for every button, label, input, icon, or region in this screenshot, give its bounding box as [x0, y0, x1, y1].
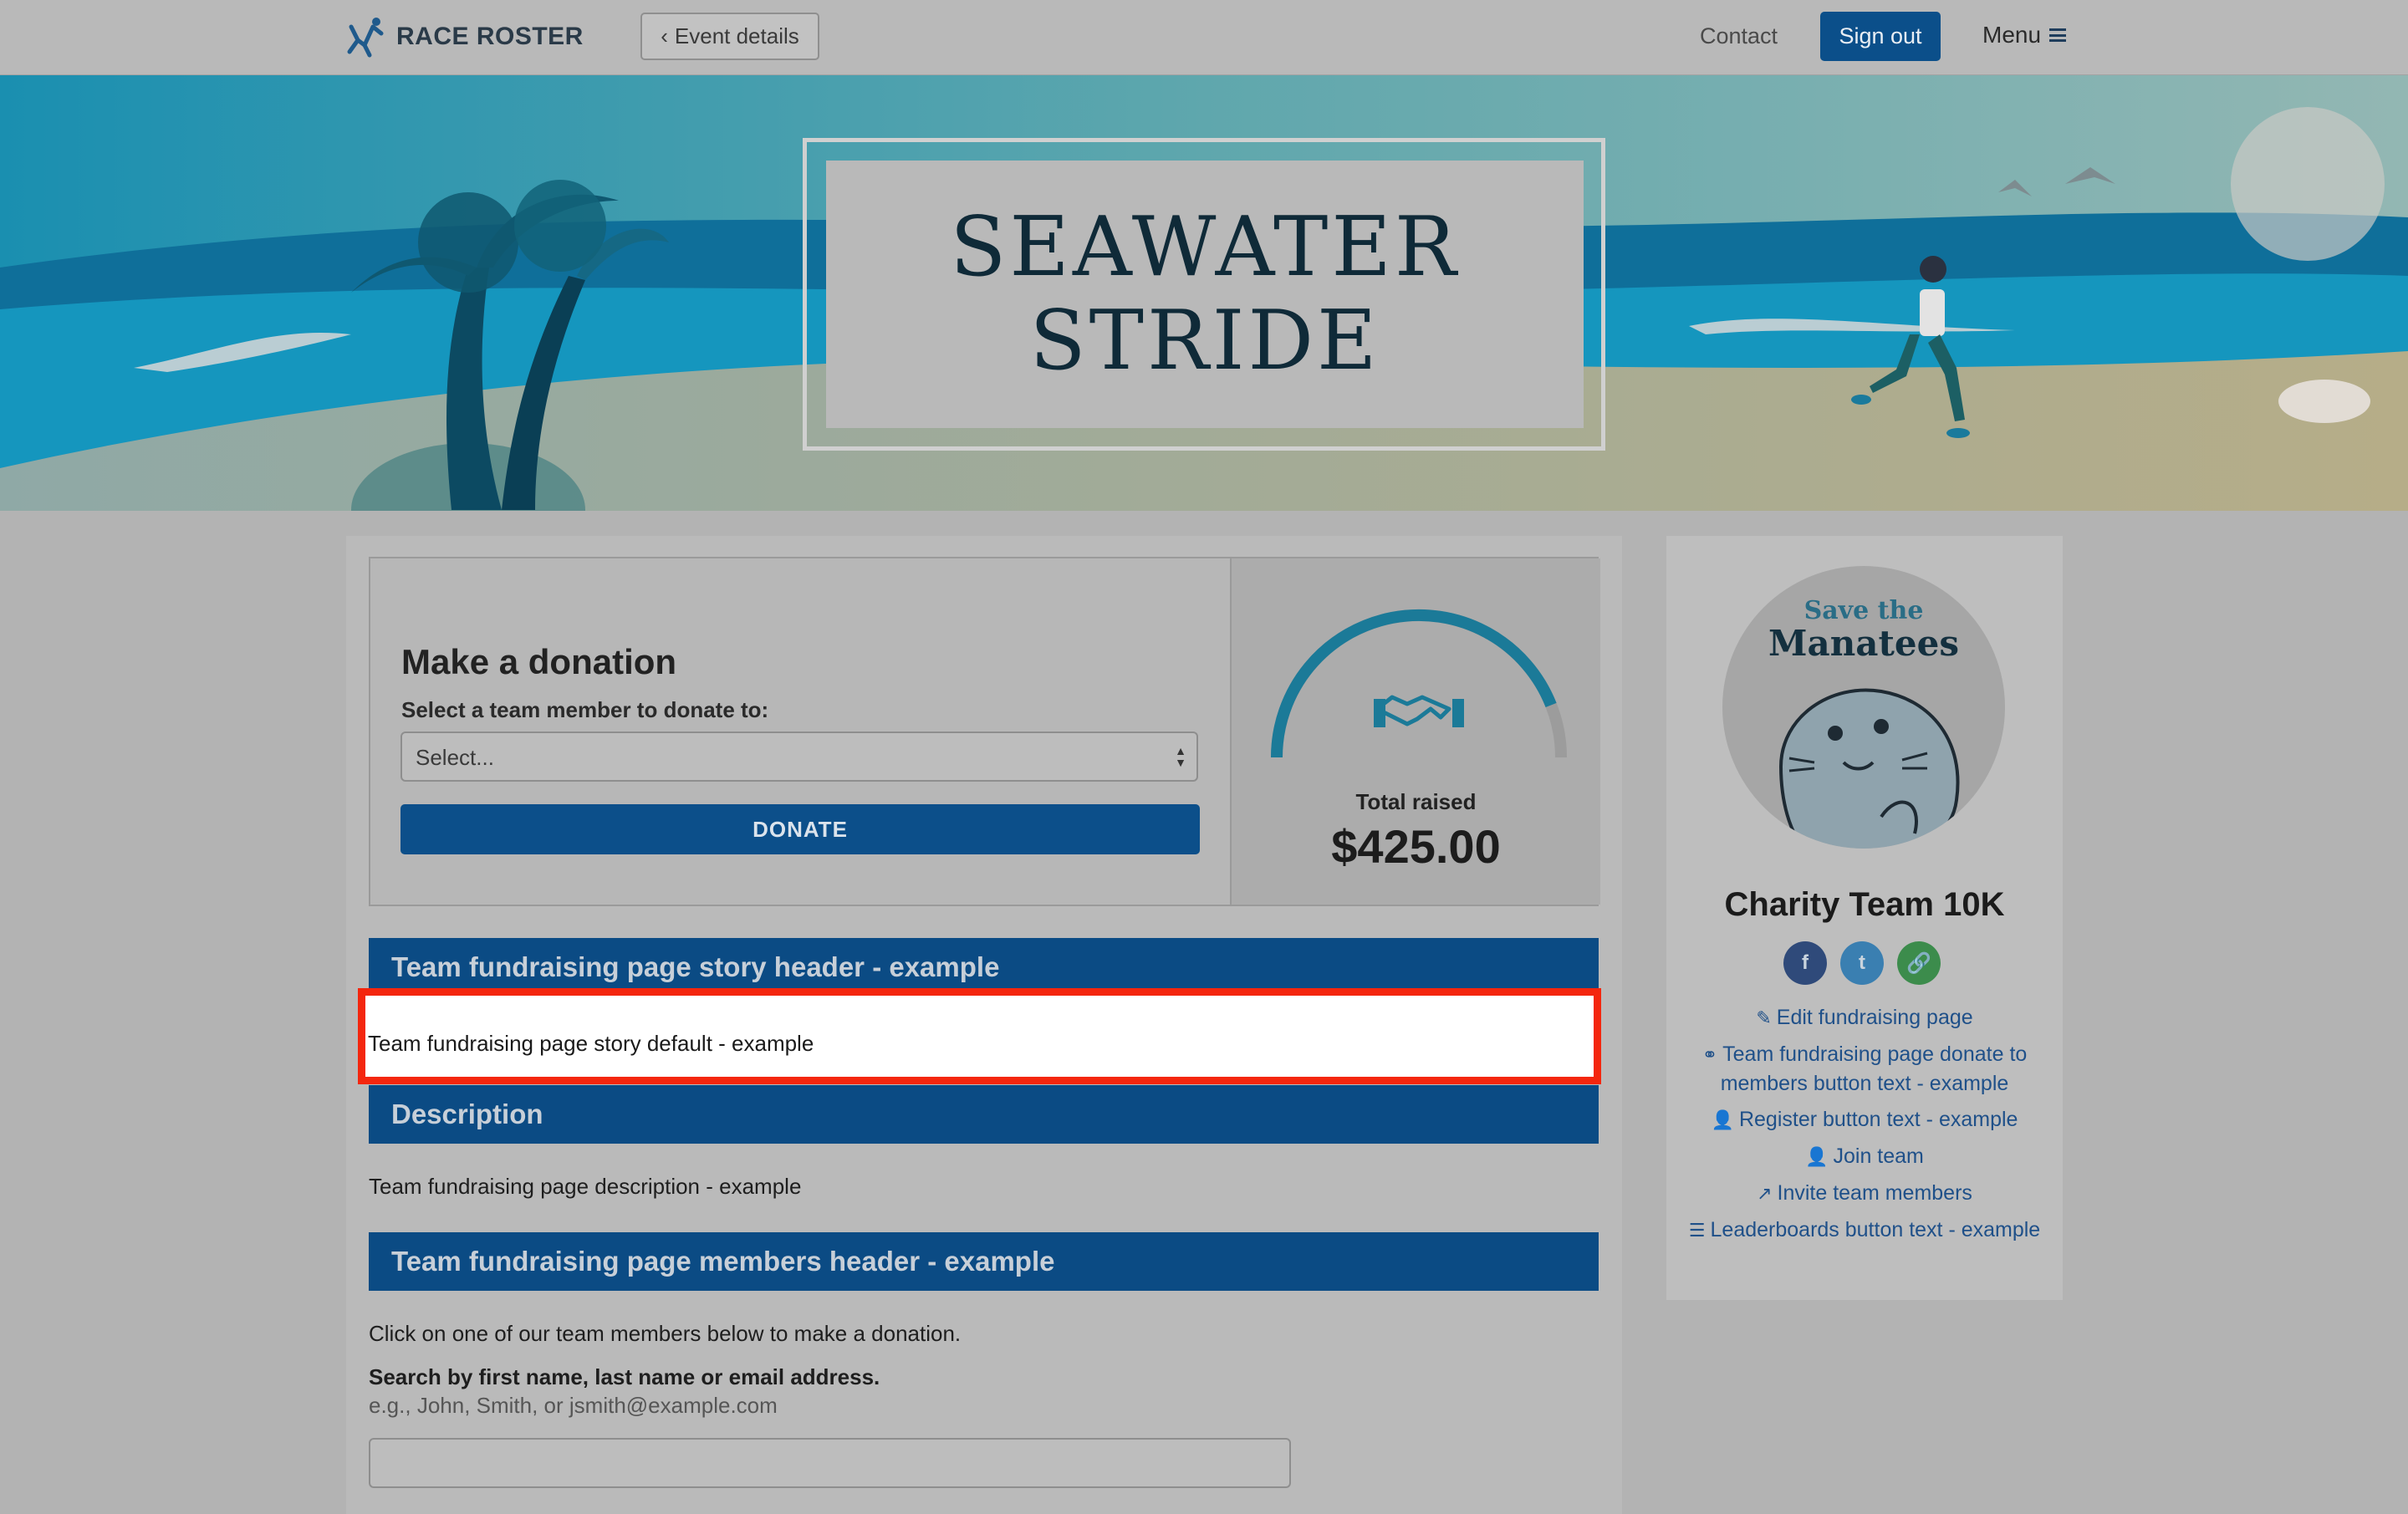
chevron-left-icon: ‹ — [661, 23, 668, 48]
avatar-title-line-2: Manatees — [1768, 623, 1959, 664]
copy-link-button[interactable]: 🔗 — [1897, 941, 1941, 985]
manatee-icon — [1778, 688, 1960, 849]
edit-fundraising-page-link[interactable]: ✎ Edit fundraising page — [1681, 1003, 2048, 1032]
register-link[interactable]: 👤 Register button text - example — [1681, 1105, 2048, 1134]
side-link-label: Team fundraising page donate to members … — [1720, 1042, 2028, 1095]
team-avatar: Save the Manatees — [1722, 566, 2005, 849]
story-text: Team fundraising page story default - ex… — [368, 1031, 814, 1056]
description-text: Team fundraising page description - exam… — [369, 1174, 802, 1199]
search-label: Search by first name, last name or email… — [369, 1364, 880, 1389]
members-header: Team fundraising page members header - e… — [369, 1232, 1599, 1291]
social-share-buttons: f t 🔗 — [1783, 941, 1941, 985]
menu-button[interactable]: Menu — [1982, 22, 2067, 48]
share-icon: ↗ — [1757, 1183, 1773, 1204]
race-roster-logo[interactable]: RACE ROSTER — [344, 15, 584, 59]
donation-title: Make a donation — [401, 642, 677, 681]
user-plus-icon: 👤 — [1711, 1109, 1734, 1130]
invite-team-members-link[interactable]: ↗ Invite team members — [1681, 1179, 2048, 1208]
event-title-line-2: STRIDE — [1029, 293, 1380, 389]
event-details-button[interactable]: ‹ Event details — [640, 13, 819, 60]
menu-label: Menu — [1982, 22, 2042, 48]
select-value: Select... — [416, 745, 494, 770]
sidebar-links: ✎ Edit fundraising page ⚭ Team fundraising… — [1681, 1003, 2048, 1252]
total-raised-amount: $425.00 — [1331, 820, 1501, 873]
event-title-box: SEAWATER STRIDE — [826, 161, 1584, 428]
runner-logo-icon — [347, 18, 384, 58]
user-plus-icon: 👤 — [1805, 1146, 1829, 1167]
contact-link[interactable]: Contact — [1700, 23, 1778, 49]
join-team-link[interactable]: 👤 Join team — [1681, 1142, 2048, 1171]
event-title-line-1: SEAWATER — [950, 200, 1460, 295]
side-link-label: Leaderboards button text - example — [1710, 1218, 2041, 1241]
side-link-label: Register button text - example — [1738, 1108, 2018, 1131]
brand-name: RACE ROSTER — [396, 23, 584, 50]
top-navbar: RACE ROSTER ‹ Event details Contact Sign… — [0, 0, 2408, 75]
select-arrows-icon: ▲ ▼ — [1175, 744, 1186, 769]
team-member-select[interactable]: Select... ▲ ▼ — [400, 732, 1198, 782]
members-intro-text: Click on one of our team members below t… — [369, 1321, 962, 1346]
avatar-title-line-1: Save the — [1803, 596, 1924, 625]
sign-out-button[interactable]: Sign out — [1820, 12, 1941, 61]
side-link-label: Invite team members — [1777, 1181, 1972, 1205]
side-link-label: Edit fundraising page — [1776, 1006, 1973, 1029]
twitter-icon: t — [1859, 951, 1865, 974]
story-highlight-box: Team fundraising page story default - ex… — [358, 988, 1601, 1084]
facebook-share-button[interactable]: f — [1783, 941, 1827, 985]
list-icon: ☰ — [1688, 1220, 1706, 1241]
pencil-icon: ✎ — [1756, 1007, 1772, 1028]
donate-to-members-link[interactable]: ⚭ Team fundraising page donate to members… — [1681, 1040, 2048, 1098]
total-raised-label: Total raised — [1355, 789, 1477, 814]
facebook-icon: f — [1802, 951, 1809, 974]
link-icon: 🔗 — [1906, 951, 1931, 975]
event-details-label: Event details — [674, 23, 799, 48]
member-search-input[interactable] — [369, 1438, 1291, 1488]
handshake-icon: ⚭ — [1701, 1044, 1718, 1065]
donation-panel: Make a donation Select a team member to … — [369, 557, 1600, 906]
side-link-label: Join team — [1833, 1144, 1924, 1168]
donate-button[interactable]: DONATE — [400, 804, 1200, 854]
hamburger-icon — [2049, 28, 2067, 42]
twitter-share-button[interactable]: t — [1840, 941, 1884, 985]
description-header: Description — [369, 1085, 1599, 1144]
progress-gauge — [1271, 609, 1567, 758]
team-name: Charity Team 10K — [1724, 886, 2005, 923]
hero-banner: SEAWATER STRIDE — [0, 75, 2408, 511]
search-hint: e.g., John, Smith, or jsmith@example.com — [369, 1393, 778, 1418]
leaderboards-link[interactable]: ☰ Leaderboards button text - example — [1681, 1216, 2048, 1245]
team-member-select-label: Select a team member to donate to: — [401, 697, 769, 722]
handshake-icon — [1374, 695, 1464, 727]
fundraising-progress: Total raised $425.00 — [1230, 558, 1600, 905]
